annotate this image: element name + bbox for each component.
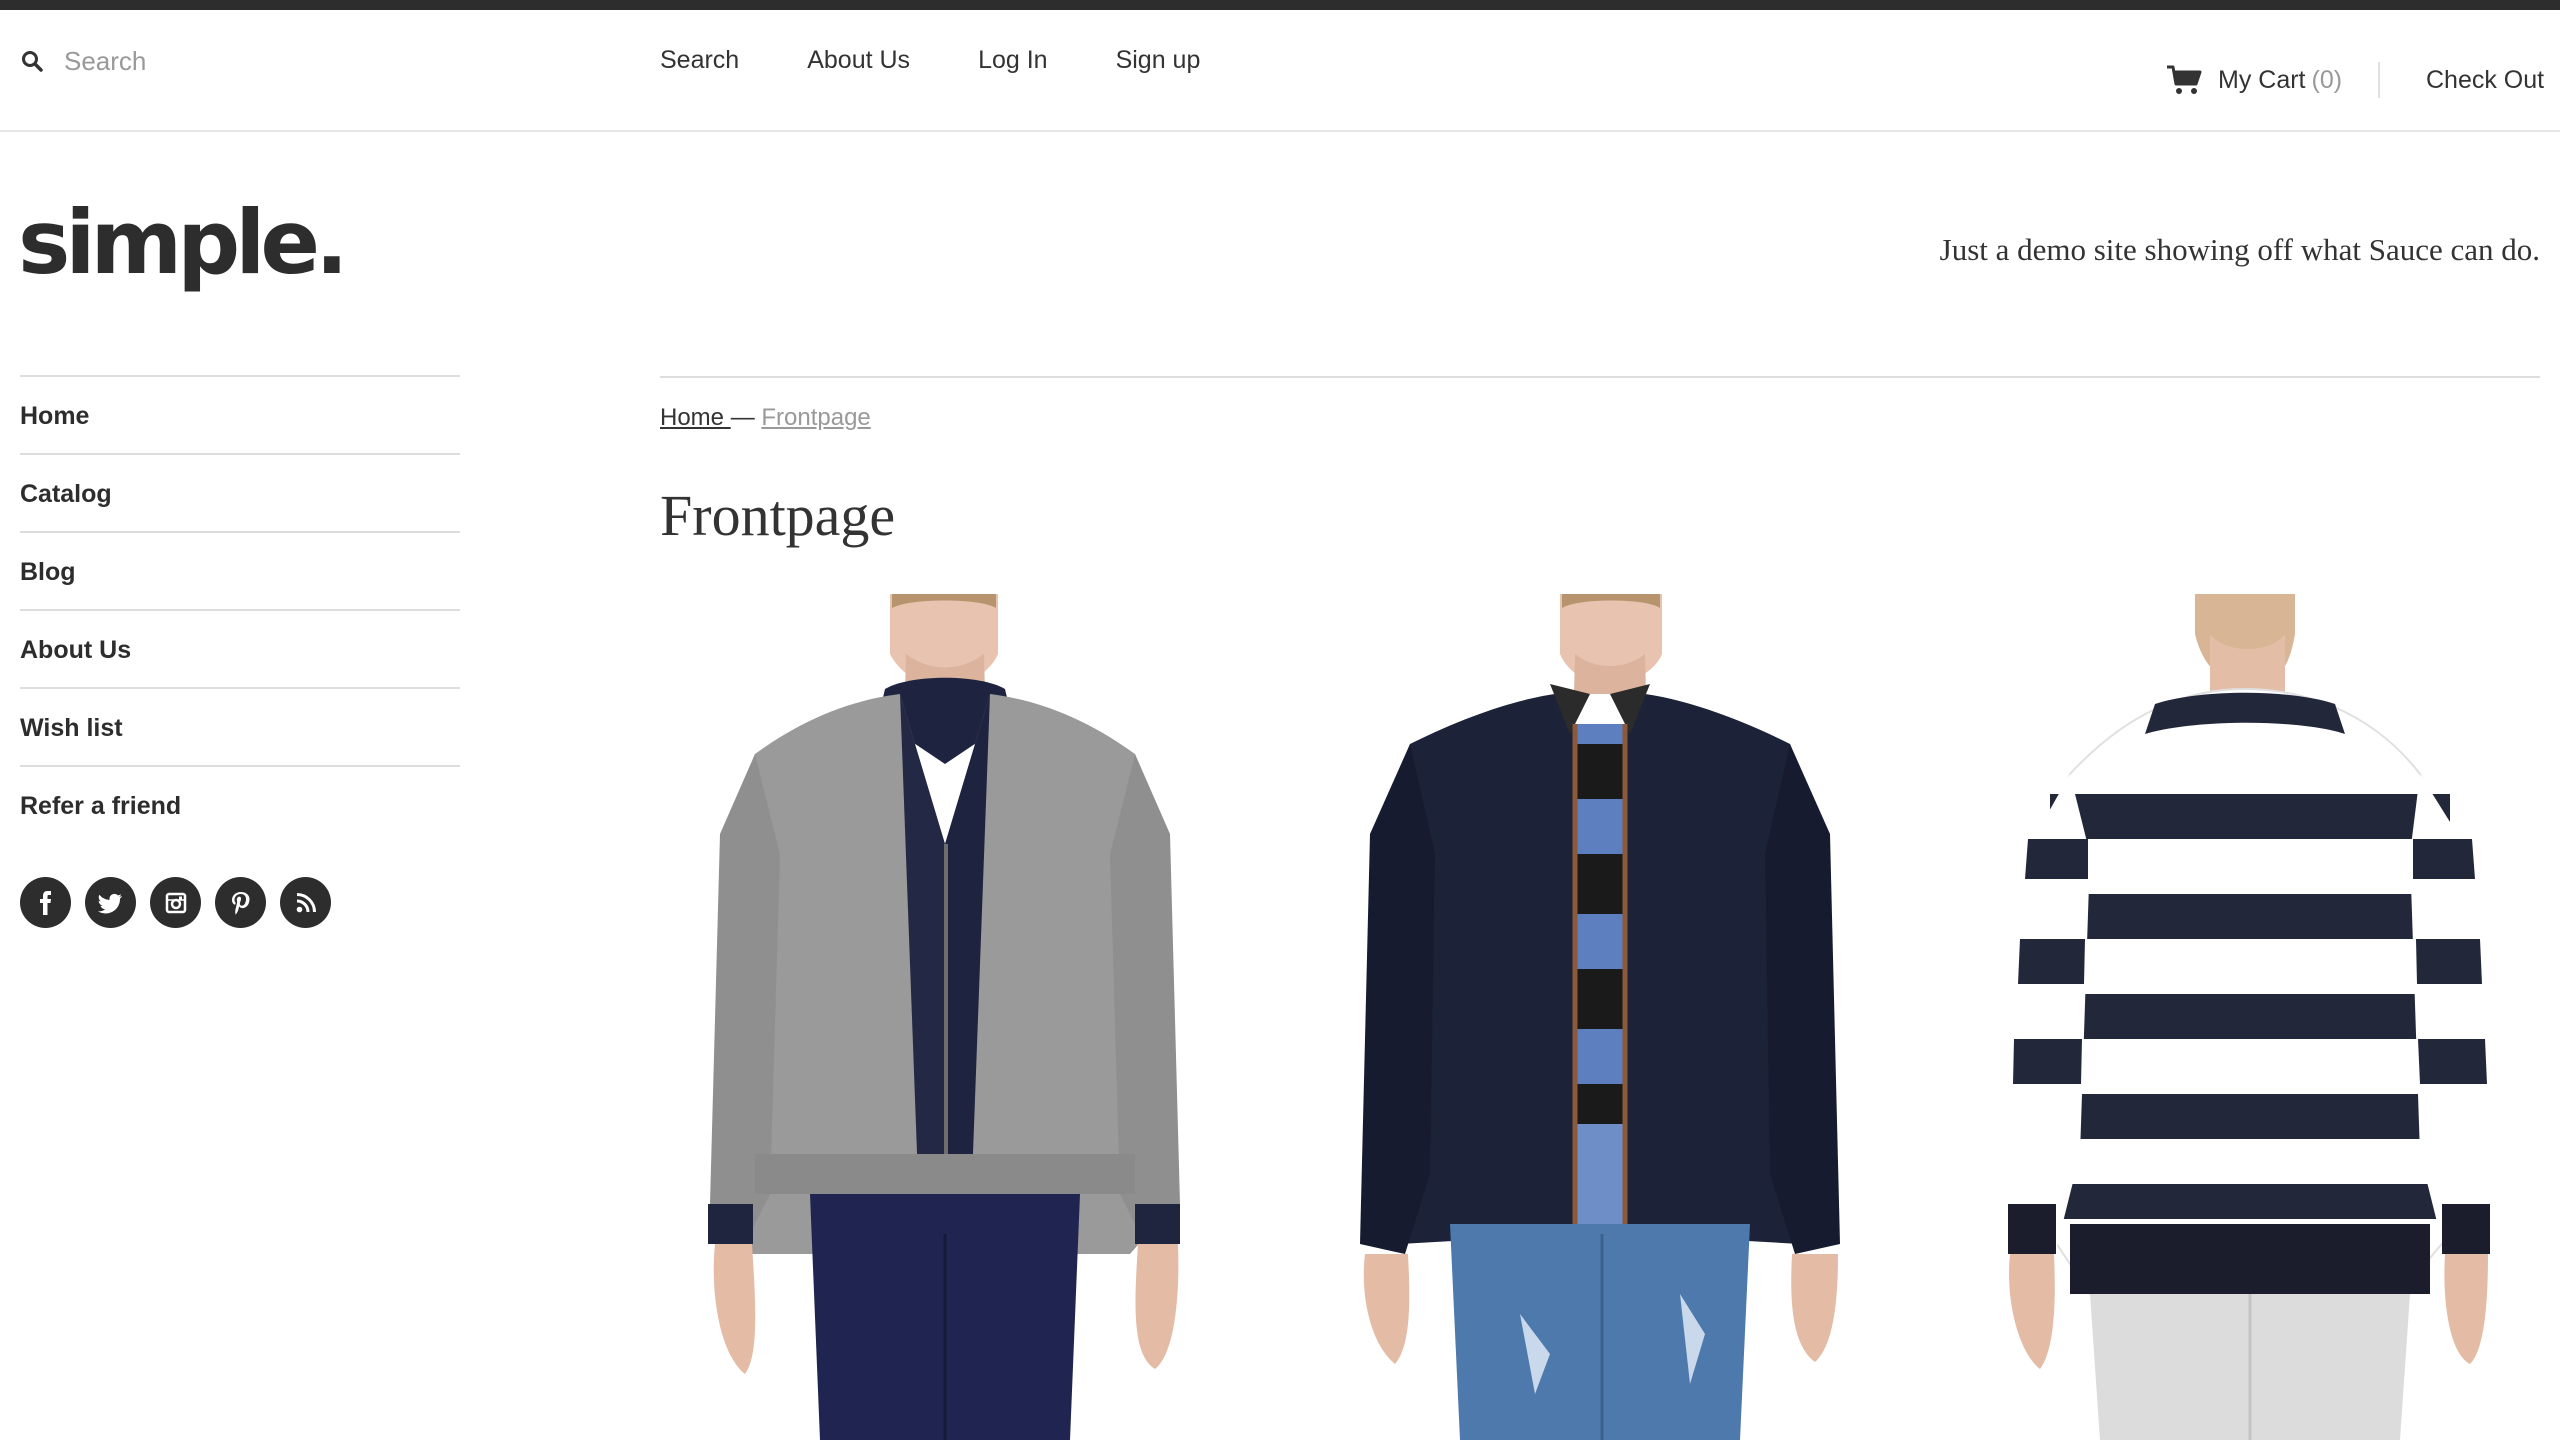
cart-label: My Cart bbox=[2218, 65, 2306, 94]
site-tagline: Just a demo site showing off what Sauce … bbox=[1939, 232, 2540, 267]
breadcrumb-separator: — bbox=[730, 404, 755, 431]
cart-link[interactable]: My Cart (0) bbox=[2166, 56, 2342, 104]
sidebar-item-about-us[interactable]: About Us bbox=[20, 609, 460, 687]
top-nav: Search About Us Log In Sign up bbox=[660, 36, 1268, 84]
breadcrumb-home[interactable]: Home bbox=[660, 404, 731, 431]
sidebar-item-refer-a-friend[interactable]: Refer a friend bbox=[20, 765, 460, 843]
sidebar-nav: Home Catalog Blog About Us Wish list Ref… bbox=[20, 375, 460, 928]
rss-icon[interactable] bbox=[280, 877, 331, 928]
main-content: Home — Frontpage Frontpage bbox=[660, 376, 2540, 549]
breadcrumb: Home — Frontpage bbox=[660, 404, 2540, 432]
sidebar-item-wish-list[interactable]: Wish list bbox=[20, 687, 460, 765]
product-card-navy-jacket[interactable] bbox=[1320, 594, 1880, 1440]
product-image-grey-jacket bbox=[660, 594, 1220, 1440]
breadcrumb-current[interactable]: Frontpage bbox=[761, 404, 870, 431]
product-grid bbox=[660, 594, 2540, 1440]
site-header: Search About Us Log In Sign up My Cart (… bbox=[0, 10, 2560, 132]
instagram-icon[interactable] bbox=[150, 877, 201, 928]
checkout-link[interactable]: Check Out bbox=[2426, 56, 2544, 104]
twitter-icon[interactable] bbox=[85, 877, 136, 928]
site-logo[interactable]: simple. bbox=[18, 188, 349, 298]
top-nav-search[interactable]: Search bbox=[660, 36, 739, 84]
product-image-striped-sweater bbox=[1980, 594, 2540, 1440]
cart-count: (0) bbox=[2311, 65, 2343, 94]
cart-icon bbox=[2167, 65, 2202, 94]
top-nav-about-us[interactable]: About Us bbox=[807, 36, 910, 84]
sidebar-item-home[interactable]: Home bbox=[20, 375, 460, 453]
search-input[interactable] bbox=[64, 45, 524, 77]
search-icon[interactable] bbox=[20, 49, 44, 73]
top-nav-log-in[interactable]: Log In bbox=[978, 36, 1048, 84]
sidebar-item-blog[interactable]: Blog bbox=[20, 531, 460, 609]
product-image-navy-jacket bbox=[1320, 594, 1880, 1440]
product-card-striped-sweater[interactable] bbox=[1980, 594, 2540, 1440]
product-card-grey-jacket[interactable] bbox=[660, 594, 1220, 1440]
social-links bbox=[20, 877, 460, 928]
header-divider bbox=[2378, 62, 2380, 98]
pinterest-icon[interactable] bbox=[215, 877, 266, 928]
facebook-icon[interactable] bbox=[20, 877, 71, 928]
top-nav-sign-up[interactable]: Sign up bbox=[1116, 36, 1201, 84]
sidebar-item-catalog[interactable]: Catalog bbox=[20, 453, 460, 531]
search-form bbox=[20, 38, 540, 84]
top-accent-bar bbox=[0, 0, 2560, 10]
page-title: Frontpage bbox=[660, 483, 896, 548]
